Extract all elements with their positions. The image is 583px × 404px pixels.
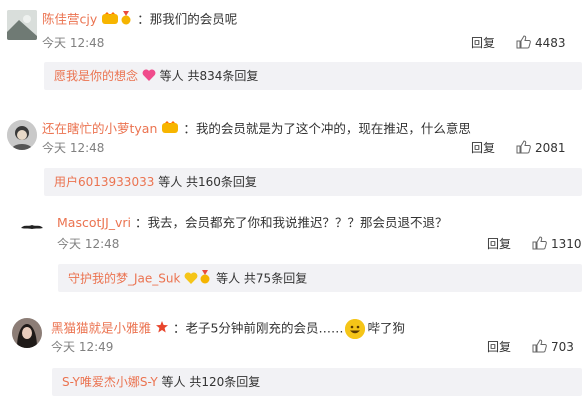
timestamp: 今天 12:48 xyxy=(42,36,105,50)
comment-text-suffix: 哔了狗 xyxy=(367,320,405,336)
reply-button[interactable]: 回复 xyxy=(487,236,511,252)
like-count: 2081 xyxy=(535,141,566,155)
username[interactable]: 黑猫猫就是小雅雅 xyxy=(51,321,151,336)
comment-text: ：我的会员就是为了这个冲的，现在推迟，什么意思 xyxy=(183,121,471,136)
comment-text: ：我去，会员都充了你和我说推迟？？？那会员退不退？ xyxy=(135,215,448,230)
like-count: 703 xyxy=(551,340,574,354)
thumbs-up-icon xyxy=(532,339,551,354)
sub-replies-box[interactable]: 用户6013933033 等人 共160条回复 xyxy=(44,168,582,196)
like-button[interactable]: 703 xyxy=(532,339,574,355)
sub-replies-box[interactable]: 愿我是你的想念 等人 共834条回复 xyxy=(44,62,582,90)
sub-reply-summary: 等人 共75条回复 xyxy=(216,271,308,286)
comment-text: ：老子5分钟前刚充的会员…… xyxy=(172,320,344,336)
grin-emoji-icon xyxy=(345,319,366,339)
sub-reply-user[interactable]: 用户6013933033 xyxy=(54,175,154,189)
sub-reply-user[interactable]: 愿我是你的想念 xyxy=(54,69,138,83)
vip-badge-icon xyxy=(102,11,119,29)
timestamp: 今天 12:48 xyxy=(57,237,120,251)
medal-icon xyxy=(120,11,132,29)
medal-icon xyxy=(199,270,211,288)
like-button[interactable]: 2081 xyxy=(516,140,566,156)
avatar[interactable] xyxy=(17,212,47,242)
comment-text: ：那我们的会员呢 xyxy=(137,11,238,27)
sub-replies-box[interactable]: S-Y唯爱杰小娜S-Y 等人 共120条回复 xyxy=(52,368,582,396)
like-count: 1310 xyxy=(551,237,582,251)
timestamp: 今天 12:49 xyxy=(51,340,114,354)
sub-reply-summary: 等人 共120条回复 xyxy=(161,375,261,389)
thumbs-up-icon xyxy=(516,35,535,50)
like-button[interactable]: 4483 xyxy=(516,35,566,51)
username[interactable]: MascotJJ_vri xyxy=(57,215,131,230)
reply-button[interactable]: 回复 xyxy=(471,35,495,51)
sub-reply-summary: 等人 共834条回复 xyxy=(159,69,259,83)
like-count: 4483 xyxy=(535,36,566,50)
timestamp: 今天 12:48 xyxy=(42,141,105,155)
avatar[interactable] xyxy=(7,10,37,40)
thumbs-up-icon xyxy=(532,236,551,251)
username[interactable]: 还在瞎忙的小萝tyan xyxy=(42,121,157,136)
username[interactable]: 陈佳营cjy xyxy=(42,12,97,27)
thumbs-up-icon xyxy=(516,140,535,155)
reply-button[interactable]: 回复 xyxy=(487,339,511,355)
heart-icon xyxy=(142,69,156,83)
sub-reply-user[interactable]: 守护我的梦_Jae_Suk xyxy=(68,272,180,286)
sub-reply-user[interactable]: S-Y唯爱杰小娜S-Y xyxy=(62,375,158,389)
avatar[interactable] xyxy=(12,318,42,348)
sub-reply-summary: 等人 共160条回复 xyxy=(158,175,257,189)
sub-replies-box[interactable]: 守护我的梦_Jae_Suk 等人 共75条回复 xyxy=(58,264,582,292)
heart-icon xyxy=(184,271,198,286)
reply-button[interactable]: 回复 xyxy=(471,140,495,156)
star-icon xyxy=(156,321,168,337)
avatar[interactable] xyxy=(7,120,37,150)
vip-badge-icon xyxy=(162,121,179,138)
like-button[interactable]: 1310 xyxy=(532,236,582,252)
